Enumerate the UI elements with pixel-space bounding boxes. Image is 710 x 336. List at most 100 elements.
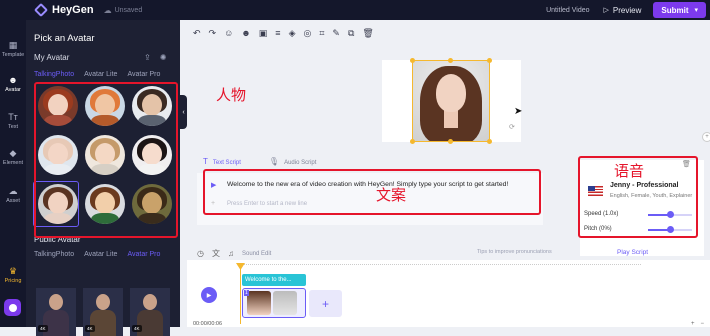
tab-talkingphoto[interactable]: TalkingPhoto [34,71,74,78]
undo-icon[interactable]: ↶ [193,28,201,39]
submit-button[interactable]: Submit ▾ [653,2,706,18]
save-status: ☁ Unsaved [104,6,143,15]
annotation-label-script: 文案 [376,186,407,204]
tab-audio-script[interactable]: 🎙 Audio Script [269,157,317,166]
preview-button[interactable]: ▷ Preview [604,6,642,15]
my-avatar-tabs: TalkingPhoto Avatar Lite Avatar Pro [34,71,160,78]
text-icon: Tт [8,112,18,122]
submit-label: Submit [661,5,689,15]
cloud-icon: ☁ [103,5,112,15]
my-avatar-heading: My Avatar [34,53,70,62]
pricing-icon: ♛ [8,266,18,276]
rail-label: Element [2,160,24,166]
user-icon [8,303,17,312]
play-script-button[interactable]: Play Script [617,249,648,256]
layers-icon[interactable]: ◈ [289,28,296,39]
zoom-in-icon[interactable]: + [691,321,695,327]
lightbulb-icon[interactable]: ✺ [160,53,167,62]
rail-item-avatar[interactable]: ☻ Avatar [0,75,26,93]
left-rail: ▦ Template ☻ Avatar Tт Text ◆ Element ☁ … [0,20,26,327]
sound-edit-label[interactable]: Sound Edit [242,251,271,257]
add-scene-side-icon[interactable]: + [702,132,710,142]
public-avatar-card[interactable]: 4K [130,288,170,336]
annotation-box-avatar [34,82,178,238]
hide-icon[interactable]: ◎ [303,28,311,39]
redo-icon[interactable]: ↷ [209,28,217,39]
scene-script-chip[interactable]: Welcome to the... [242,274,306,286]
text-icon: T [203,157,208,166]
public-avatar-card[interactable]: 4K [83,288,123,336]
clock-icon[interactable]: ◷ [197,249,204,258]
public-avatar-card[interactable]: 4K [36,288,76,336]
tab-audio-script-label: Audio Script [284,160,317,166]
resize-handle[interactable] [487,58,492,63]
timeline-ruler [241,264,641,268]
tab-public-talkingphoto[interactable]: TalkingPhoto [34,251,74,258]
script-bottom-bar: ◷ 文 ♫ Sound Edit [197,248,271,259]
resize-handle[interactable] [448,58,453,63]
tab-avatar-lite[interactable]: Avatar Lite [84,71,117,78]
rail-item-pricing[interactable]: ♛ Pricing [0,266,26,284]
upload-icon[interactable]: ⇪ [144,53,151,62]
rail-label: Asset [6,198,20,204]
quality-badge: 4K [38,325,48,332]
quality-badge: 4K [132,325,142,332]
emoji-icon[interactable]: ☻ [241,28,250,39]
logo[interactable]: HeyGen [33,2,94,18]
image-icon[interactable]: ▣ [259,28,268,39]
resize-handle[interactable] [410,139,415,144]
rail-item-text[interactable]: Tт Text [0,112,26,130]
resize-handle[interactable] [487,139,492,144]
scene-number: 1 [244,290,249,296]
rail-item-template[interactable]: ▦ Template [0,40,26,58]
playhead-line [240,268,241,324]
align-icon[interactable]: ≡ [275,28,280,39]
tab-text-script[interactable]: T Text Script [203,157,241,166]
rail-item-asset[interactable]: ☁ Asset [0,186,26,204]
selection-frame [412,60,490,142]
chevron-down-icon: ▾ [694,7,698,14]
zoom-out-icon[interactable]: − [700,321,704,327]
tab-avatar-pro[interactable]: Avatar Pro [127,71,160,78]
account-avatar-button[interactable] [4,299,21,316]
avatar-icon: ☻ [8,75,18,85]
element-icon: ◆ [9,148,17,158]
microphone-icon: 🎙 [268,157,280,166]
resize-handle[interactable] [410,58,415,63]
rail-label: Avatar [5,87,21,93]
duplicate-icon[interactable]: ⧉ [348,28,354,39]
public-avatar-tabs: TalkingPhoto Avatar Lite Avatar Pro [34,251,160,258]
video-canvas[interactable] [382,58,521,144]
sound-icon[interactable]: ♫ [228,249,234,258]
timeline-zoom: + − [691,321,704,327]
save-status-text: Unsaved [114,6,143,14]
rail-label: Template [1,52,25,58]
add-scene-button[interactable]: + [309,290,342,317]
video-title[interactable]: Untitled Video [546,7,589,14]
rail-label: Pricing [4,278,22,284]
timeline: ▶ Welcome to the... 1 + 00:00/00:06 + − [187,260,710,327]
magic-icon[interactable]: ✎ [332,28,340,39]
tab-public-avatar-lite[interactable]: Avatar Lite [84,251,117,258]
editor-toolbar: ↶ ↷ ☺ ☻ ▣ ≡ ◈ ◎ ⌗ ✎ ⧉ 🗑 [193,28,374,39]
chevron-left-icon: ‹ [182,108,185,116]
rail-label: Text [7,124,19,130]
crop-icon[interactable]: ⌗ [319,28,324,39]
avatar-settings-icon[interactable]: ☺ [224,28,233,39]
pronunciation-tips-link[interactable]: Tips to improve pronunciations [477,249,552,255]
quality-badge: 4K [85,325,95,332]
play-icon: ▷ [603,7,609,14]
trash-icon[interactable]: 🗑 [362,28,373,39]
timeline-time: 00:00/00:06 [193,321,223,327]
scene-clip[interactable]: 1 [242,288,306,318]
timeline-play-button[interactable]: ▶ [201,287,217,303]
collapse-panel-button[interactable]: ‹ [180,95,187,129]
tab-public-avatar-pro[interactable]: Avatar Pro [127,251,160,258]
translate-icon[interactable]: 文 [212,248,220,259]
resize-handle[interactable] [448,139,453,144]
play-icon: ▶ [206,292,212,299]
heygen-logo-icon [33,2,49,18]
rail-item-element[interactable]: ◆ Element [0,148,26,166]
annotation-box-script [203,169,541,215]
rotate-icon[interactable]: ⟳ [509,123,515,131]
